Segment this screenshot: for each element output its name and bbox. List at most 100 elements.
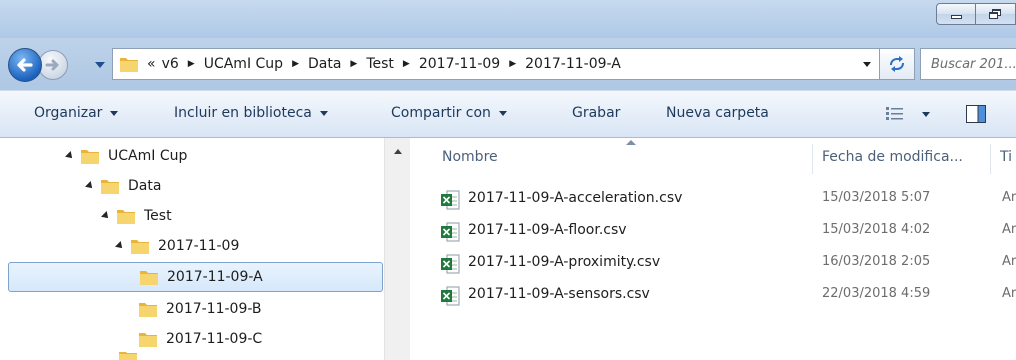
file-type: Ar [1002,190,1016,205]
scroll-up-icon[interactable] [394,149,402,154]
tree-item-label: 2017-11-09 [158,238,240,254]
share-with-label: Compartir con [391,105,491,121]
breadcrumb-item-ucami-cup[interactable]: UCAmI Cup [204,56,283,72]
excel-csv-icon [441,190,460,210]
new-folder-button[interactable]: Nueva carpeta [666,105,769,121]
caret-down-icon [922,111,930,117]
address-row: « v6 ▶ UCAmI Cup ▶ Data ▶ Test ▶ 2017-11… [0,38,1016,90]
file-name: 2017-11-09-A-sensors.csv [468,286,650,302]
search-box[interactable] [920,48,1016,80]
chevron-right-icon[interactable]: ▶ [403,59,410,69]
breadcrumb: « v6 ▶ UCAmI Cup ▶ Data ▶ Test ▶ 2017-11… [147,56,621,72]
file-row[interactable]: 2017-11-09-A-sensors.csv 22/03/2018 4:59… [410,280,1016,310]
organize-label: Organizar [34,105,103,121]
folder-icon [139,303,157,317]
burn-button[interactable]: Grabar [572,105,620,121]
tree-item-label: 2017-11-09-A [167,269,263,285]
caret-down-icon [319,110,328,116]
include-library-label: Incluir en biblioteca [174,105,312,121]
restore-button[interactable] [976,3,1016,25]
tree-item-2017-11-09[interactable]: 2017-11-09 [115,231,240,261]
new-folder-label: Nueva carpeta [666,105,769,121]
column-name-label: Nombre [442,149,498,165]
tree-item-2017-11-09-a[interactable]: 2017-11-09-A [8,262,383,292]
file-date: 15/03/2018 5:07 [822,190,931,205]
preview-pane-icon [966,105,986,123]
refresh-button[interactable] [879,48,915,80]
organize-menu[interactable]: Organizar [34,105,119,121]
tree-item-ucami-cup[interactable]: UCAmI Cup [65,141,188,171]
caret-down-icon [110,110,119,116]
navigation-scrollbar[interactable] [384,138,410,360]
tree-item-partial[interactable] [118,352,138,360]
tree-item-test[interactable]: Test [101,201,172,231]
folder-icon [81,150,99,164]
breadcrumb-item-current[interactable]: 2017-11-09-A [525,56,621,72]
tree-item-label: UCAmI Cup [108,148,188,164]
address-history-dropdown[interactable] [863,62,871,67]
file-row[interactable]: 2017-11-09-A-acceleration.csv 15/03/2018… [410,184,1016,214]
file-list: Nombre Fecha de modifica... Ti 2017-11-0… [410,138,1016,360]
breadcrumb-item-data[interactable]: Data [308,56,341,72]
folder-icon [101,180,119,194]
file-name: 2017-11-09-A-acceleration.csv [468,190,683,206]
change-view-button[interactable] [886,107,930,121]
window-controls [936,3,1016,25]
column-divider[interactable] [812,144,813,174]
folder-icon [139,333,157,347]
excel-csv-icon [441,286,460,306]
restore-icon [989,8,1002,20]
command-bar: Organizar Incluir en biblioteca Comparti… [0,90,1016,138]
minimize-button[interactable] [936,3,976,25]
excel-csv-icon [441,222,460,242]
file-type: Ar [1002,222,1016,237]
address-bar[interactable]: « v6 ▶ UCAmI Cup ▶ Data ▶ Test ▶ 2017-11… [112,48,879,80]
arrow-right-icon [45,59,59,71]
tree-item-label: Data [128,178,162,194]
title-bar [0,0,1016,38]
tree-item-2017-11-09-b[interactable]: 2017-11-09-B [138,294,262,324]
folder-icon [140,271,158,285]
breadcrumb-item-date[interactable]: 2017-11-09 [419,56,500,72]
column-divider[interactable] [990,144,991,174]
file-row[interactable]: 2017-11-09-A-proximity.csv 16/03/2018 2:… [410,248,1016,278]
file-date: 15/03/2018 4:02 [822,222,931,237]
include-library-menu[interactable]: Incluir en biblioteca [174,105,328,121]
expanded-arrow-icon[interactable] [85,181,95,191]
preview-pane-button[interactable] [966,105,986,127]
expanded-arrow-icon[interactable] [65,151,75,161]
recent-pages-dropdown[interactable] [95,62,105,68]
file-name: 2017-11-09-A-floor.csv [468,222,627,238]
folder-icon [119,352,137,360]
minimize-icon [950,15,962,19]
chevron-right-icon[interactable]: ▶ [188,59,195,69]
breadcrumb-item-v6[interactable]: v6 [162,56,179,72]
tree-item-data[interactable]: Data [85,171,162,201]
tree-item-label: Test [144,208,172,224]
chevron-right-icon[interactable]: ▶ [292,59,299,69]
column-header-date[interactable]: Fecha de modifica... [822,138,990,176]
folder-icon [131,240,149,254]
breadcrumb-overflow[interactable]: « [147,56,156,72]
search-input[interactable] [931,56,1016,72]
breadcrumb-item-test[interactable]: Test [366,56,394,72]
chevron-right-icon[interactable]: ▶ [350,59,357,69]
column-date-label: Fecha de modifica... [822,149,963,165]
caret-down-icon [498,110,507,116]
chevron-right-icon[interactable]: ▶ [509,59,516,69]
file-row[interactable]: 2017-11-09-A-floor.csv 15/03/2018 4:02 A… [410,216,1016,246]
back-button[interactable] [8,48,42,82]
folder-icon [120,58,138,72]
sort-ascending-icon [626,140,636,145]
tree-item-label: 2017-11-09-C [166,331,263,347]
share-with-menu[interactable]: Compartir con [391,105,507,121]
forward-button[interactable] [38,50,68,80]
expanded-arrow-icon[interactable] [115,241,125,251]
burn-label: Grabar [572,105,621,121]
refresh-icon [890,56,904,72]
tree-item-2017-11-09-c[interactable]: 2017-11-09-C [138,324,262,354]
expanded-arrow-icon[interactable] [101,211,111,221]
file-type: Ar [1002,254,1016,269]
column-header-type[interactable]: Ti [1000,138,1016,176]
folder-icon [117,210,135,224]
